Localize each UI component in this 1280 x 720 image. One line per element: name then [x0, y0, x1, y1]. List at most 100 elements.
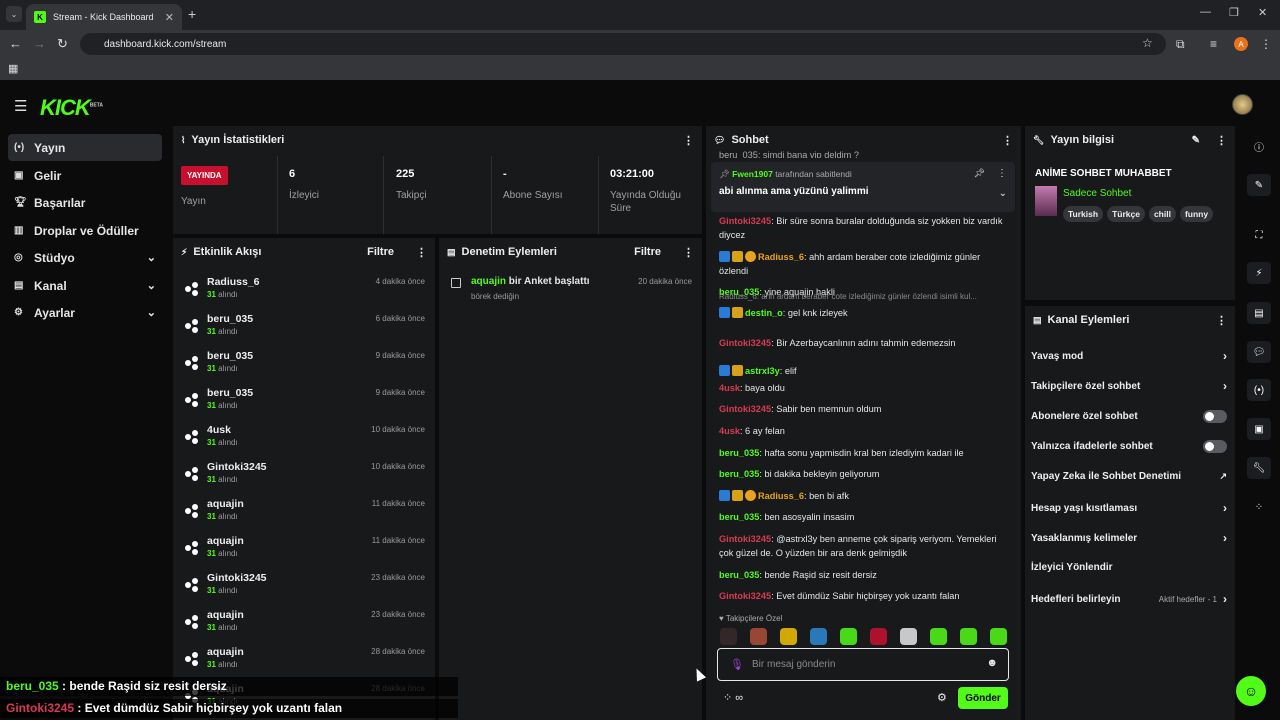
chat-username[interactable]: beru_035	[719, 512, 759, 522]
chat-message[interactable]: Radiuss_6: ahh ardam beraber cote izledi…	[719, 250, 1004, 278]
category-name[interactable]: Sadece Sohbet	[1063, 188, 1131, 199]
channel-action-item[interactable]: İzleyici Yönlendir	[1031, 562, 1227, 573]
browser-menu-icon[interactable]: ⋮	[1260, 37, 1272, 51]
wrench-icon[interactable]: 🔧︎	[1247, 457, 1271, 479]
window-close-icon[interactable]: ✕	[1258, 6, 1267, 19]
chat-username[interactable]: Radiuss_6	[758, 491, 804, 501]
activity-item[interactable]: aquajin 31 alındı 28 dakika önce	[181, 644, 427, 678]
chat-message[interactable]: destin_o: gel knk izleyek	[719, 306, 1004, 320]
chat-message[interactable]: Gintoki3245: Bir süre sonra buralar dold…	[719, 214, 1004, 242]
extensions-icon[interactable]: ⧉	[1176, 37, 1185, 52]
address-bar[interactable]: dashboard.kick.com/stream	[80, 33, 1166, 55]
media-icon[interactable]: ≡	[1210, 37, 1217, 51]
activity-filter-button[interactable]: Filtre	[367, 246, 394, 258]
activity-item[interactable]: beru_035 31 alındı 9 dakika önce	[181, 348, 427, 382]
channel-action-item[interactable]: Yasaklanmış kelimeler ›	[1031, 531, 1227, 545]
close-tab-icon[interactable]: ✕	[165, 11, 174, 24]
more-options-icon[interactable]: ⋮	[997, 168, 1007, 179]
emote-icon[interactable]	[960, 628, 977, 645]
pinned-message[interactable]: 📌︎ Fwen1907 tarafından sabitlendi abi al…	[711, 162, 1015, 212]
toggle-switch[interactable]	[1203, 409, 1227, 423]
apps-grid-icon[interactable]: ▦	[8, 62, 18, 75]
profile-avatar[interactable]: A	[1234, 37, 1248, 51]
chat-message[interactable]: Radiuss_6: ben bi afk	[719, 489, 1004, 503]
chat-username[interactable]: beru_035	[719, 448, 759, 458]
kick-logo[interactable]: KICKBETA	[40, 95, 103, 121]
more-options-icon[interactable]: ⋮	[416, 246, 427, 259]
emote-icon[interactable]	[930, 628, 947, 645]
more-options-icon[interactable]: ⋮	[683, 246, 694, 259]
kick-points-icon[interactable]: ⁘ ∞	[723, 691, 743, 704]
chat-message[interactable]: 4usk: baya oldu	[719, 381, 1004, 395]
activity-item[interactable]: aquajin 31 alındı 23 dakika önce	[181, 607, 427, 641]
edit-pencil-icon[interactable]: ✎	[1192, 135, 1200, 146]
back-icon[interactable]: ←	[9, 36, 22, 51]
activity-item[interactable]: 4usk 31 alındı 10 dakika önce	[181, 422, 427, 456]
emote-icon[interactable]	[810, 628, 827, 645]
microphone-icon[interactable]: 🎙︎	[730, 658, 744, 671]
tag[interactable]: chill	[1148, 206, 1176, 222]
chat-username[interactable]: Radiuss_6	[758, 252, 804, 262]
reload-icon[interactable]: ↻	[57, 36, 68, 52]
sidebar-item-basarilar[interactable]: 🏆︎ Başarılar	[8, 189, 162, 216]
activity-item[interactable]: beru_035 31 alındı 6 dakika önce	[181, 311, 427, 345]
gear-icon[interactable]: ⚙	[937, 691, 947, 704]
channel-action-item[interactable]: Takipçilere özel sohbet ›	[1031, 379, 1227, 393]
channel-action-item[interactable]: Yalnızca ifadelerle sohbet	[1031, 440, 1227, 454]
chat-username[interactable]: destin_o	[745, 308, 783, 318]
browser-tab[interactable]: K Stream - Kick Dashboard ✕	[26, 4, 182, 30]
moderation-filter-button[interactable]: Filtre	[634, 246, 661, 258]
channel-action-item[interactable]: Yavaş mod ›	[1031, 349, 1227, 363]
channel-action-item[interactable]: Hesap yaşı kısıtlaması ›	[1031, 501, 1227, 515]
chat-message[interactable]: Gintoki3245: Evet dümdüz Sabir hiçbirşey…	[719, 589, 1004, 603]
emoji-icon[interactable]: ☻	[986, 657, 998, 669]
tag[interactable]: Türkçe	[1107, 206, 1145, 222]
chat-message[interactable]: astrxl3y: elif	[719, 364, 1004, 378]
sidebar-item-kanal[interactable]: ▤ Kanal ⌄	[8, 272, 162, 299]
chat-message[interactable]: beru_035: bi dakika bekleyin geliyorum	[719, 467, 1004, 481]
chat-username[interactable]: Gintoki3245	[719, 534, 771, 544]
stream-info-icon[interactable]: ▣	[1247, 418, 1271, 440]
channel-action-item[interactable]: Abonelere özel sohbet	[1031, 409, 1227, 423]
emote-icon[interactable]	[750, 628, 767, 645]
chat-message[interactable]: beru_035: ben asosyalin insasim	[719, 510, 1004, 524]
support-chat-button[interactable]: ☺	[1236, 676, 1266, 706]
document-icon[interactable]: ▤	[1247, 302, 1271, 324]
sidebar-item-studyo[interactable]: ◎ Stüdyo ⌄	[8, 244, 162, 271]
channel-action-item[interactable]: Yapay Zeka ile Sohbet Denetimi ↗	[1031, 471, 1227, 482]
chat-message[interactable]: Gintoki3245: @astrxl3y ben anneme çok si…	[719, 532, 1004, 560]
sidebar-item-yayin[interactable]: (•) Yayın	[8, 134, 162, 161]
minimize-icon[interactable]: —	[1200, 6, 1211, 18]
more-options-icon[interactable]: ⋮	[1216, 134, 1227, 147]
pin-icon[interactable]: 📌︎	[974, 168, 985, 179]
forward-icon[interactable]: →	[33, 36, 46, 51]
bookmark-star-icon[interactable]: ☆	[1142, 36, 1153, 50]
emote-icon[interactable]	[870, 628, 887, 645]
activity-item[interactable]: Gintoki3245 31 alındı 10 dakika önce	[181, 459, 427, 493]
user-avatar[interactable]	[1232, 94, 1253, 115]
sidebar-item-gelir[interactable]: ▣ Gelir	[8, 162, 162, 189]
chat-username[interactable]: 4usk	[719, 383, 740, 393]
chat-message[interactable]: beru_035: bende Raşid siz resit dersiz	[719, 568, 1004, 582]
chat-username[interactable]: Gintoki3245	[719, 338, 771, 348]
activity-item[interactable]: Radiuss_6 31 alındı 4 dakika önce	[181, 274, 427, 308]
activity-item[interactable]: aquajin 31 alındı 11 dakika önce	[181, 496, 427, 530]
chat-username[interactable]: 4usk	[719, 426, 740, 436]
chat-input[interactable]: 🎙︎ Bir mesaj gönderin ☻	[717, 648, 1009, 681]
fullscreen-icon[interactable]: ⛶	[1247, 224, 1271, 246]
chat-username[interactable]: Gintoki3245	[719, 404, 771, 414]
chat-message[interactable]: Gintoki3245: Sabir ben memnun oldum	[719, 402, 1004, 416]
activity-item[interactable]: Gintoki3245 31 alındı 23 dakika önce	[181, 570, 427, 604]
tag[interactable]: funny	[1179, 206, 1214, 222]
emote-icon[interactable]	[900, 628, 917, 645]
tab-search-button[interactable]: ⌄	[6, 6, 22, 22]
edit-pencil-icon[interactable]: ✎	[1247, 174, 1271, 196]
activity-item[interactable]: aquajin 31 alındı 11 dakika önce	[181, 533, 427, 567]
activity-item[interactable]: beru_035 31 alındı 9 dakika önce	[181, 385, 427, 419]
chat-username[interactable]: Gintoki3245	[719, 216, 771, 226]
chat-message[interactable]: Gintoki3245: Bir Azerbaycanlının adını t…	[719, 336, 1004, 350]
toggle-switch[interactable]	[1203, 440, 1227, 454]
more-options-icon[interactable]: ⋮	[1002, 134, 1013, 147]
lightning-icon[interactable]: ⚡︎	[1247, 262, 1271, 284]
channel-action-item[interactable]: Hedefleri belirleyin Aktif hedefler - 1 ›	[1031, 592, 1227, 606]
